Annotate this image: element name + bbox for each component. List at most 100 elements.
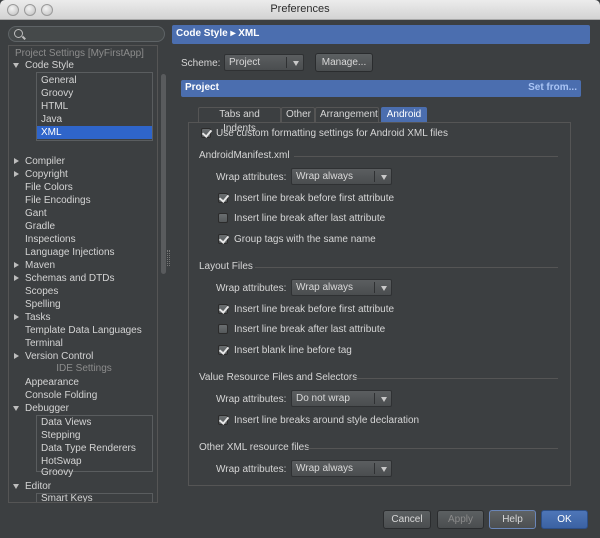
use-custom-formatting-checkbox[interactable] <box>201 128 211 138</box>
tree-item-debugger[interactable]: Debugger <box>9 402 157 415</box>
tree-item-debugger-groovy[interactable]: Groovy <box>36 466 153 479</box>
option-label: Group tags with the same name <box>234 234 376 245</box>
tree-item-scopes[interactable]: Scopes <box>9 285 157 298</box>
tree-item-stepping[interactable]: Stepping <box>37 429 152 442</box>
set-from-link[interactable]: Set from... <box>528 82 577 93</box>
tree-item-maven[interactable]: Maven <box>9 259 157 272</box>
tree-item-terminal[interactable]: Terminal <box>9 337 157 350</box>
tree-item-compiler[interactable]: Compiler <box>9 155 157 168</box>
cancel-button[interactable]: Cancel <box>383 510 431 529</box>
manifest-wrap-attributes-dropdown[interactable]: Wrap always <box>291 168 392 185</box>
chevron-down-icon <box>381 286 387 291</box>
option-label: Insert line break after last attribute <box>234 213 386 224</box>
manifest-group-tags-checkbox[interactable] <box>218 234 228 244</box>
option-label: Insert line breaks around style declarat… <box>234 415 420 426</box>
chevron-down-icon <box>381 467 387 472</box>
expand-arrow-icon[interactable] <box>14 275 19 281</box>
group-title-layout-files: Layout Files <box>199 261 253 272</box>
project-title: Project <box>185 82 219 93</box>
ok-button[interactable]: OK <box>541 510 588 529</box>
settings-tree: Project Settings [MyFirstApp] Code Style… <box>8 45 158 503</box>
wrap-attributes-label: Wrap attributes: <box>216 283 287 294</box>
tree-item-schemas-and-dtds[interactable]: Schemas and DTDs <box>9 272 157 285</box>
layout-break-after-last-checkbox[interactable] <box>218 324 228 334</box>
tree-item-language-injections[interactable]: Language Injections <box>9 246 157 259</box>
tree-item-appearance[interactable]: Appearance <box>9 376 157 389</box>
tree-item-file-encodings[interactable]: File Encodings <box>9 194 157 207</box>
search-icon <box>14 29 23 38</box>
tree-item-template-data-languages[interactable]: Template Data Languages <box>9 324 157 337</box>
values-style-breaks-checkbox[interactable] <box>218 415 228 425</box>
chevron-down-icon <box>381 397 387 402</box>
values-wrap-attributes-dropdown[interactable]: Do not wrap <box>291 390 392 407</box>
group-title-other-xml: Other XML resource files <box>199 442 310 453</box>
option-label: Insert line break before first attribute <box>234 193 395 204</box>
chevron-down-icon <box>381 175 387 180</box>
other-xml-wrap-attributes-dropdown[interactable]: Wrap always <box>291 460 392 477</box>
manage-button[interactable]: Manage... <box>315 53 373 72</box>
tree-item-copyright[interactable]: Copyright <box>9 168 157 181</box>
tree-item-inspections[interactable]: Inspections <box>9 233 157 246</box>
layout-break-before-first-checkbox[interactable] <box>218 304 228 314</box>
option-label: Insert blank line before tag <box>234 345 352 356</box>
settings-search-field[interactable] <box>8 26 165 42</box>
tree-item-tasks[interactable]: Tasks <box>9 311 157 324</box>
tree-item-data-type-renderers[interactable]: Data Type Renderers <box>37 442 152 455</box>
tree-item-file-colors[interactable]: File Colors <box>9 181 157 194</box>
wrap-attributes-label: Wrap attributes: <box>216 172 287 183</box>
tree-item-xml[interactable]: XML <box>37 126 152 139</box>
scheme-label: Scheme: <box>181 58 221 69</box>
scheme-value: Project <box>229 57 261 68</box>
expand-arrow-icon[interactable] <box>14 353 19 359</box>
settings-sidebar: Project Settings [MyFirstApp] Code Style… <box>8 26 166 503</box>
option-label: Insert line break before first attribute <box>234 304 395 315</box>
apply-button[interactable]: Apply <box>437 510 484 529</box>
wrap-attributes-label: Wrap attributes: <box>216 464 287 475</box>
expand-arrow-icon[interactable] <box>14 262 19 268</box>
tree-item-java[interactable]: Java <box>37 113 152 126</box>
debugger-children: Data Views Stepping Data Type Renderers … <box>36 415 153 472</box>
tree-item-gant[interactable]: Gant <box>9 207 157 220</box>
manifest-break-before-first-checkbox[interactable] <box>218 193 228 203</box>
group-title-value-resources: Value Resource Files and Selectors <box>199 372 358 383</box>
expand-arrow-icon[interactable] <box>13 406 19 411</box>
chevron-down-icon <box>293 61 299 66</box>
tree-item-html[interactable]: HTML <box>37 100 152 113</box>
tree-item-data-views[interactable]: Data Views <box>37 416 152 429</box>
tree-item-general[interactable]: General <box>37 74 152 87</box>
panel-splitter-handle[interactable] <box>167 250 170 266</box>
tree-item-console-folding[interactable]: Console Folding <box>9 389 157 402</box>
breadcrumb: Code Style ▸ XML <box>176 28 260 39</box>
title-bar: Preferences <box>0 0 600 20</box>
option-label: Insert line break after last attribute <box>234 324 386 335</box>
layout-wrap-attributes-dropdown[interactable]: Wrap always <box>291 279 392 296</box>
help-button[interactable]: Help <box>489 510 536 529</box>
sidebar-scrollbar[interactable] <box>161 74 166 274</box>
group-title-android-manifest: AndroidManifest.xml <box>199 150 290 161</box>
expand-arrow-icon[interactable] <box>14 314 19 320</box>
preferences-window: Preferences Project Settings [MyFirstApp… <box>0 0 600 538</box>
tree-item-spelling[interactable]: Spelling <box>9 298 157 311</box>
manifest-break-after-last-checkbox[interactable] <box>218 213 228 223</box>
expand-arrow-icon[interactable] <box>13 484 19 489</box>
tree-item-smart-keys[interactable]: Smart Keys <box>36 492 153 502</box>
use-custom-formatting-label: Use custom formatting settings for Andro… <box>216 128 448 139</box>
expand-arrow-icon[interactable] <box>13 63 19 68</box>
expand-arrow-icon[interactable] <box>14 158 19 164</box>
layout-blank-line-checkbox[interactable] <box>218 345 228 355</box>
tree-item-groovy[interactable]: Groovy <box>37 87 152 100</box>
project-bar: Project Set from... <box>181 80 581 97</box>
tree-item-gradle[interactable]: Gradle <box>9 220 157 233</box>
window-title: Preferences <box>270 3 330 15</box>
tab-other[interactable]: Other <box>281 107 315 122</box>
tab-android[interactable]: Android <box>381 107 427 122</box>
expand-arrow-icon[interactable] <box>14 171 19 177</box>
scheme-dropdown[interactable]: Project <box>224 54 304 71</box>
code-style-children: General Groovy HTML Java XML <box>36 72 153 141</box>
wrap-attributes-label: Wrap attributes: <box>216 394 287 405</box>
ide-settings-header: IDE Settings <box>56 363 112 374</box>
tree-item-code-style[interactable]: Code Style <box>9 59 157 72</box>
tab-tabs-and-indents[interactable]: Tabs and Indents <box>198 107 281 134</box>
tab-arrangement[interactable]: Arrangement <box>315 107 379 122</box>
breadcrumb-bar: Code Style ▸ XML <box>172 25 590 44</box>
